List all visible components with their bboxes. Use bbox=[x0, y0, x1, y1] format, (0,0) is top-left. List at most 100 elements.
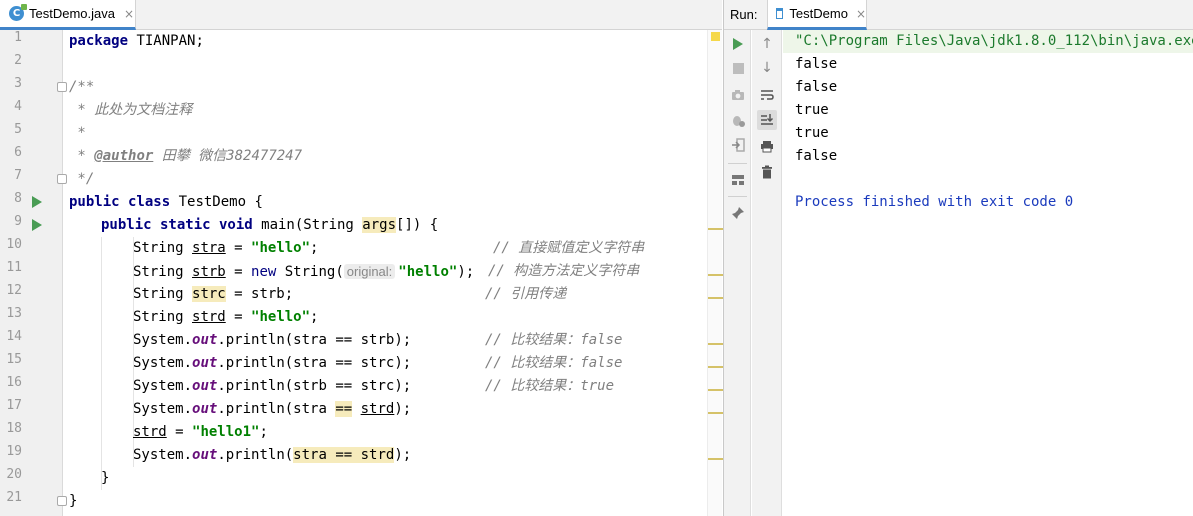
stop-icon[interactable] bbox=[728, 58, 748, 78]
run-tool-window: Run: TestDemo × ↑ ↓ "C:\Program Files\Ja… bbox=[723, 0, 1193, 516]
line-number: 12 bbox=[6, 283, 22, 298]
run-class-icon[interactable] bbox=[32, 196, 42, 208]
console-finish-message: Process finished with exit code 0 bbox=[795, 194, 1074, 210]
code-comment-11: // 构造方法定义字符串 bbox=[488, 263, 640, 279]
code-line-14: System.out.println(stra == strb); bbox=[133, 332, 412, 348]
line-number: 3 bbox=[14, 76, 22, 91]
line-number: 6 bbox=[14, 145, 22, 160]
code-line-21: } bbox=[69, 493, 78, 509]
run-tab-name: TestDemo bbox=[789, 6, 848, 21]
code-comment-15: // 比较结果：false bbox=[485, 355, 623, 371]
line-number: 17 bbox=[6, 398, 22, 413]
code-editor[interactable]: package TIANPAN; /** * 此处为文档注释 * * @auth… bbox=[63, 30, 707, 516]
debug-settings-icon[interactable] bbox=[728, 110, 748, 130]
run-toolbar-primary bbox=[724, 30, 751, 516]
code-comment-10: // 直接赋值定义字符串 bbox=[493, 240, 645, 256]
code-line-1: package TIANPAN; bbox=[69, 33, 204, 49]
pin-icon[interactable] bbox=[728, 203, 748, 223]
stripe-mark[interactable] bbox=[708, 343, 723, 345]
editor-pane: C TestDemo.java × 1 2 3 4 5 6 7 8 9 10 1… bbox=[0, 0, 723, 516]
line-number: 11 bbox=[6, 260, 22, 275]
code-comment-12: // 引用传递 bbox=[485, 286, 567, 302]
stripe-mark[interactable] bbox=[708, 458, 723, 460]
soft-wrap-icon[interactable] bbox=[757, 85, 777, 105]
indent-guide bbox=[101, 237, 102, 490]
code-line-4: * 此处为文档注释 bbox=[69, 102, 193, 118]
close-icon[interactable]: × bbox=[124, 7, 134, 21]
close-icon[interactable]: × bbox=[856, 7, 866, 21]
code-line-3: /** bbox=[69, 79, 95, 95]
line-number: 19 bbox=[6, 444, 22, 459]
error-stripe[interactable] bbox=[707, 30, 723, 516]
line-number: 14 bbox=[6, 329, 22, 344]
code-line-16: System.out.println(strb == strc); bbox=[133, 378, 412, 394]
code-line-18: strd = "hello1"; bbox=[133, 424, 268, 440]
down-arrow-icon[interactable]: ↓ bbox=[757, 58, 777, 78]
line-number: 2 bbox=[14, 53, 22, 68]
run-main-icon[interactable] bbox=[32, 219, 42, 231]
line-number: 10 bbox=[6, 237, 22, 252]
code-line-17: System.out.println(stra == strd); bbox=[133, 401, 412, 417]
tab-filename: TestDemo.java bbox=[29, 6, 115, 21]
layout-icon[interactable] bbox=[728, 170, 748, 190]
line-gutter: 1 2 3 4 5 6 7 8 9 10 11 12 13 14 15 16 1… bbox=[0, 30, 67, 516]
stripe-mark[interactable] bbox=[708, 412, 723, 414]
line-number: 13 bbox=[6, 306, 22, 321]
console-output-line: false bbox=[795, 79, 838, 95]
line-number: 18 bbox=[6, 421, 22, 436]
code-line-19: System.out.println(stra == strd); bbox=[133, 447, 412, 463]
stripe-mark[interactable] bbox=[708, 297, 723, 299]
line-number: 4 bbox=[14, 99, 22, 114]
code-line-7: */ bbox=[69, 171, 95, 187]
run-toolbar-secondary: ↑ ↓ bbox=[752, 30, 782, 516]
console-output-line: true bbox=[795, 102, 829, 118]
line-number: 21 bbox=[6, 490, 22, 505]
code-line-9: public static void main(String args[]) { bbox=[101, 217, 439, 233]
camera-icon[interactable] bbox=[728, 85, 748, 105]
console-command-line: "C:\Program Files\Java\jdk1.8.0_112\bin\… bbox=[795, 33, 1193, 49]
trash-icon[interactable] bbox=[757, 162, 777, 182]
code-line-8: public class TestDemo { bbox=[69, 194, 263, 210]
line-number: 15 bbox=[6, 352, 22, 367]
tab-testdemo-java[interactable]: C TestDemo.java × bbox=[0, 0, 136, 30]
line-number: 5 bbox=[14, 122, 22, 137]
login-icon[interactable] bbox=[728, 135, 748, 155]
console-output[interactable]: "C:\Program Files\Java\jdk1.8.0_112\bin\… bbox=[783, 30, 1193, 516]
run-label: Run: bbox=[730, 7, 758, 22]
java-class-icon: C bbox=[9, 4, 27, 21]
code-line-10: String stra = "hello"; bbox=[133, 240, 319, 256]
console-icon bbox=[776, 8, 784, 19]
editor-tab-bar: C TestDemo.java × bbox=[0, 0, 722, 30]
line-number: 1 bbox=[14, 30, 22, 45]
code-comment-16: // 比较结果：true bbox=[485, 378, 615, 394]
tab-run-testdemo[interactable]: TestDemo × bbox=[767, 0, 867, 30]
code-comment-14: // 比较结果：false bbox=[485, 332, 623, 348]
analysis-status-icon[interactable] bbox=[711, 32, 720, 41]
line-number: 16 bbox=[6, 375, 22, 390]
scroll-to-end-icon[interactable] bbox=[757, 110, 777, 130]
code-line-15: System.out.println(stra == strc); bbox=[133, 355, 412, 371]
line-number: 20 bbox=[6, 467, 22, 482]
line-number: 8 bbox=[14, 191, 22, 206]
code-line-13: String strd = "hello"; bbox=[133, 309, 319, 325]
rerun-icon[interactable] bbox=[728, 34, 748, 54]
toolbar-separator bbox=[728, 196, 747, 197]
up-arrow-icon[interactable]: ↑ bbox=[757, 34, 777, 54]
code-line-20: } bbox=[101, 470, 110, 486]
console-output-line: false bbox=[795, 56, 838, 72]
console-output-line: true bbox=[795, 125, 829, 141]
code-line-12: String strc = strb; bbox=[133, 286, 294, 302]
parameter-hint: original: bbox=[343, 264, 396, 279]
stripe-mark[interactable] bbox=[708, 389, 723, 391]
line-number: 7 bbox=[14, 168, 22, 183]
stripe-mark[interactable] bbox=[708, 274, 723, 276]
console-output-line: false bbox=[795, 148, 838, 164]
run-header: Run: TestDemo × bbox=[724, 0, 1193, 30]
code-line-6: * @author 田攀 微信382477247 bbox=[69, 148, 303, 164]
line-number: 9 bbox=[14, 214, 22, 229]
stripe-mark[interactable] bbox=[708, 228, 723, 230]
stripe-mark[interactable] bbox=[708, 366, 723, 368]
code-line-11: String strb = new String(original: "hello… bbox=[133, 264, 475, 280]
toolbar-separator bbox=[728, 163, 747, 164]
print-icon[interactable] bbox=[757, 136, 777, 156]
